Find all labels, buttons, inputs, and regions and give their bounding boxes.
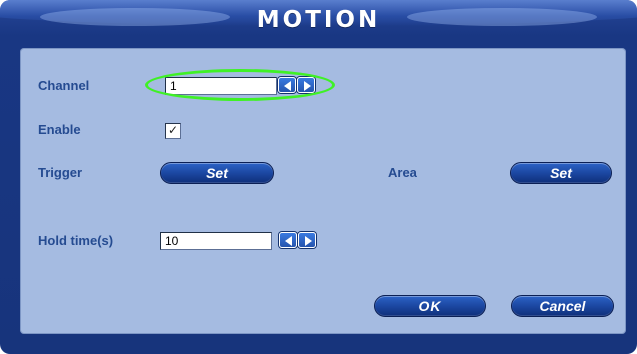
motion-dialog: MOTION Channel 1 Enable ✓ Trigger Set Ar… <box>0 0 637 354</box>
trigger-set-button[interactable]: Set <box>160 162 274 184</box>
enable-checkbox[interactable]: ✓ <box>165 123 181 139</box>
hold-time-label: Hold time(s) <box>38 233 114 248</box>
channel-prev-arrow-icon[interactable] <box>278 77 296 93</box>
enable-label: Enable <box>38 122 81 137</box>
motion-settings-panel: Channel 1 Enable ✓ Trigger Set Area Set … <box>20 48 626 334</box>
dialog-title: MOTION <box>256 7 381 33</box>
hold-time-prev-arrow-icon[interactable] <box>279 232 297 248</box>
hold-time-next-arrow-icon[interactable] <box>298 232 316 248</box>
trigger-label: Trigger <box>38 165 83 180</box>
channel-next-arrow-icon[interactable] <box>297 77 315 93</box>
ok-button[interactable]: OK <box>374 295 486 317</box>
cancel-button[interactable]: Cancel <box>511 295 614 317</box>
hold-time-input[interactable]: 10 <box>160 232 272 250</box>
channel-label: Channel <box>38 78 90 93</box>
area-set-button[interactable]: Set <box>510 162 612 184</box>
area-label: Area <box>388 165 417 180</box>
dialog-header: MOTION <box>0 0 637 45</box>
channel-input[interactable]: 1 <box>165 77 277 95</box>
